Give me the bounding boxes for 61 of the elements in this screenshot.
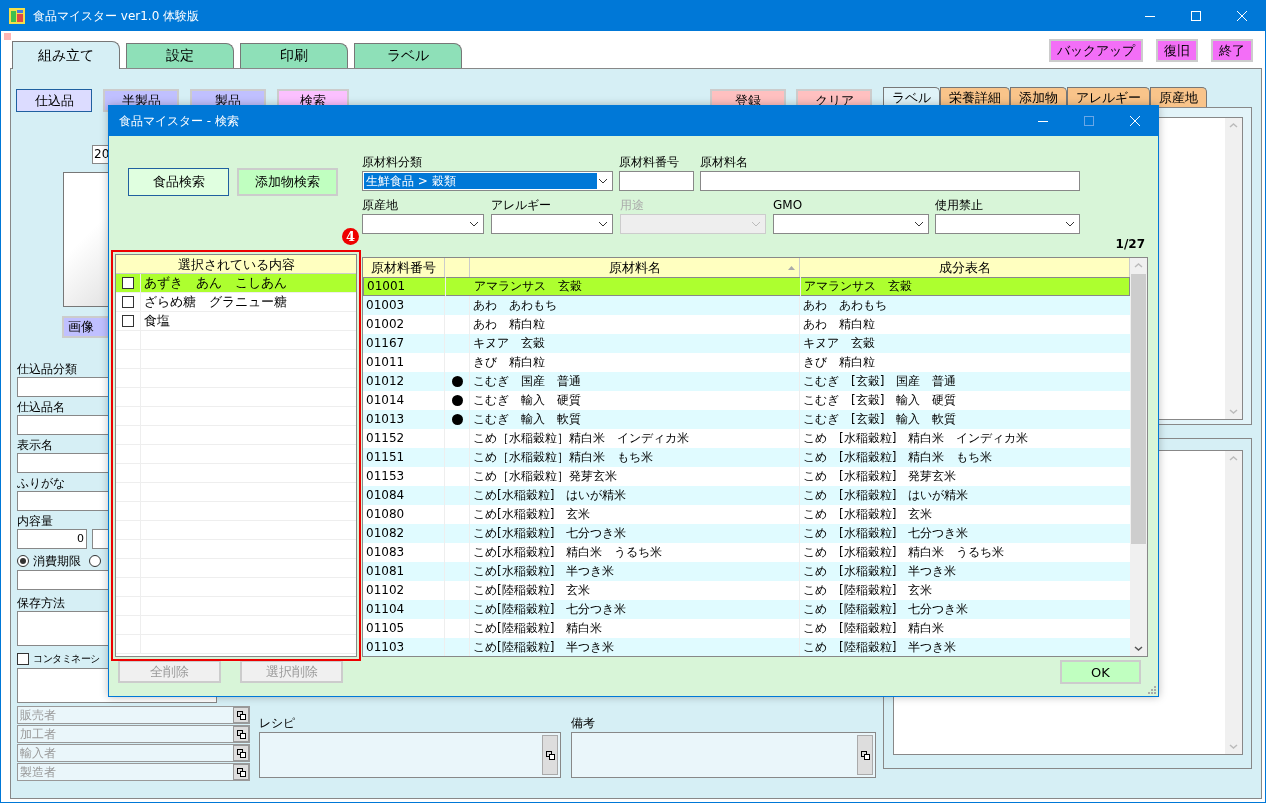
table-cell-text: こめ [陸稲穀粒] 七分つき米 <box>802 601 970 618</box>
table-cell: 01151 <box>363 448 445 467</box>
table-cell: 01103 <box>363 638 445 656</box>
table-cell: 01003 <box>363 296 445 315</box>
table-cell: 01084 <box>363 486 445 505</box>
table-cell-text: こめ [陸稲穀粒] 玄米 <box>802 582 934 599</box>
table-cell-text: こめ [水稲穀粒] 精白米 インディカ米 <box>802 430 1030 447</box>
column-header: 選択されている内容 <box>116 255 356 274</box>
table-cell-text: キヌア 玄穀 <box>802 335 876 352</box>
table-cell-text: こめ [陸稲穀粒] 半つき米 <box>802 639 958 656</box>
table-cell: こめ[陸稲穀粒] 半つき米 <box>470 638 800 656</box>
field-label: 内容量 <box>17 513 53 529</box>
table-cell-text: こめ [水稲穀粒] 半つき米 <box>802 563 958 580</box>
table-cell: こめ[水稲穀粒] はいが精米 <box>470 486 800 505</box>
page-count: 1/27 <box>1115 237 1145 251</box>
table-cell: 01081 <box>363 562 445 581</box>
table-cell-text: こめ [水稲穀粒] 精白米 もち米 <box>802 449 994 466</box>
filter-label: 原材料名 <box>700 154 749 171</box>
table-cell-text: こめ [水稲穀粒] はいが精米 <box>802 487 970 504</box>
field-label: 保存方法 <box>17 595 65 611</box>
filter-label: 原材料分類 <box>362 154 423 171</box>
filter-label: 原材料番号 <box>619 154 680 171</box>
table-cell-text: こむぎ [玄穀] 輸入 硬質 <box>802 392 958 409</box>
field-label: 仕込品名 <box>17 399 65 415</box>
table-cell: こむぎ 輸入 軟質 <box>470 410 800 429</box>
field-label: 仕込品分類 <box>17 361 77 377</box>
table-cell-text: こむぎ [玄穀] 輸入 軟質 <box>802 411 958 428</box>
table-cell-text: アマランサス 玄穀 <box>803 278 913 295</box>
table-cell-text: こめ [水稲穀粒] 発芽玄米 <box>802 468 958 485</box>
field-label: 表示名 <box>17 437 53 453</box>
table-cell: こめ［水稲穀粒］精白米 もち米 <box>470 448 800 467</box>
table-cell: 01082 <box>363 524 445 543</box>
filter-label: 用途 <box>620 197 645 214</box>
filter-label: 使用禁止 <box>935 197 984 214</box>
table-cell-text: あわ あわもち <box>802 297 888 314</box>
table-cell: こめ[水稲穀粒] 半つき米 <box>470 562 800 581</box>
table-cell: 01013 <box>363 410 445 429</box>
field-label: レシピ <box>259 715 296 731</box>
table-cell: こむぎ 国産 普通 <box>470 372 800 391</box>
table-cell: 01012 <box>363 372 445 391</box>
table-cell: 01104 <box>363 600 445 619</box>
table-cell-text: あわ 精白粒 <box>802 316 876 333</box>
field-label: ふりがな <box>17 475 65 491</box>
table-cell: こめ[陸稲穀粒] 七分つき米 <box>470 600 800 619</box>
table-cell-text: こめ [水稲穀粒] 精白米 うるち米 <box>802 544 1006 561</box>
filter-label: GMO <box>773 197 804 214</box>
table-cell-text: こむぎ [玄穀] 国産 普通 <box>802 373 958 390</box>
table-cell-text: こめ [水稲穀粒] 七分つき米 <box>802 525 970 542</box>
table-cell-text: こめ [陸稲穀粒] 精白米 <box>802 620 946 637</box>
table-cell: キヌア 玄穀 <box>470 334 800 353</box>
table-cell: こめ[水稲穀粒] 七分つき米 <box>470 524 800 543</box>
filter-label: アレルギー <box>491 197 552 214</box>
field-label: 備考 <box>571 715 596 731</box>
table-cell: 01167 <box>363 334 445 353</box>
window-title: 食品マイスター ver1.0 体験版 <box>33 7 200 25</box>
table-cell-text: きび 精白粒 <box>802 354 876 371</box>
table-cell-text: こめ [水稲穀粒] 玄米 <box>802 506 934 523</box>
dialog-title: 食品マイスター - 検索 <box>119 112 239 130</box>
filter-label: 原産地 <box>362 197 399 214</box>
table-cell: あわ あわもち <box>470 296 800 315</box>
annotation-badge: 4 <box>342 228 359 245</box>
